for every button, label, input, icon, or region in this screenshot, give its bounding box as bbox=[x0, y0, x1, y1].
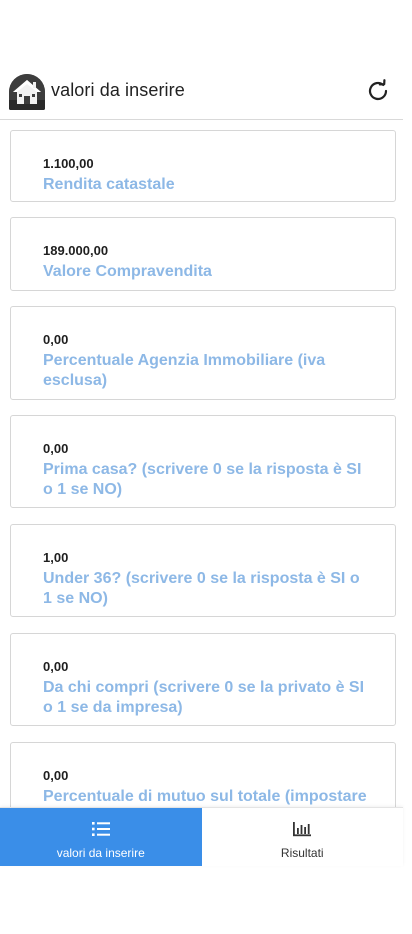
field-label: Under 36? (scrivere 0 se la risposta è S… bbox=[43, 570, 360, 607]
page-title: valori da inserire bbox=[51, 80, 185, 100]
field-value[interactable]: 189.000,00 bbox=[43, 243, 371, 259]
fields-list[interactable]: 1.100,00 Rendita catastale 189.000,00 Va… bbox=[0, 121, 403, 807]
refresh-button[interactable] bbox=[365, 78, 391, 104]
bar-chart-icon bbox=[292, 819, 312, 839]
field-label: Valore Compravendita bbox=[43, 263, 212, 280]
app-root: valori da inserire 1.100,00 Rendita cata… bbox=[0, 0, 412, 934]
field-label: Rendita catastale bbox=[43, 176, 175, 193]
tab-label: Risultati bbox=[280, 846, 324, 860]
field-rendita-catastale[interactable]: 1.100,00 Rendita catastale bbox=[10, 130, 396, 202]
field-label: Prima casa? (scrivere 0 se la risposta è… bbox=[43, 461, 362, 498]
field-label: Da chi compri (scrivere 0 se la privato … bbox=[43, 679, 365, 716]
tab-label: valori da inserire bbox=[56, 846, 145, 860]
field-value[interactable]: 1,00 bbox=[43, 550, 371, 566]
field-prima-casa[interactable]: 0,00 Prima casa? (scrivere 0 se la rispo… bbox=[10, 415, 396, 508]
field-value[interactable]: 0,00 bbox=[43, 768, 371, 784]
field-label: Percentuale Agenzia Immobiliare (iva esc… bbox=[43, 352, 326, 389]
bottom-navigation: valori da inserire Risultati bbox=[0, 807, 403, 866]
field-label: Percentuale di mutuo sul totale (imposta… bbox=[43, 788, 367, 805]
field-under-36[interactable]: 1,00 Under 36? (scrivere 0 se la rispost… bbox=[10, 524, 396, 617]
field-value[interactable]: 0,00 bbox=[43, 332, 371, 348]
tab-valori-da-inserire[interactable]: valori da inserire bbox=[0, 808, 202, 866]
field-value[interactable]: 0,00 bbox=[43, 659, 371, 675]
list-icon bbox=[91, 819, 111, 839]
refresh-icon bbox=[368, 79, 388, 100]
field-percentuale-agenzia[interactable]: 0,00 Percentuale Agenzia Immobiliare (iv… bbox=[10, 306, 396, 400]
field-valore-compravendita[interactable]: 189.000,00 Valore Compravendita bbox=[10, 217, 396, 291]
house-logo-icon bbox=[9, 74, 45, 110]
field-value[interactable]: 0,00 bbox=[43, 441, 371, 457]
field-value[interactable]: 1.100,00 bbox=[43, 156, 371, 172]
field-percentuale-mutuo[interactable]: 0,00 Percentuale di mutuo sul totale (im… bbox=[10, 742, 396, 807]
tab-risultati[interactable]: Risultati bbox=[201, 808, 403, 866]
app-header: valori da inserire bbox=[0, 70, 403, 120]
field-da-chi-compri[interactable]: 0,00 Da chi compri (scrivere 0 se la pri… bbox=[10, 633, 396, 726]
